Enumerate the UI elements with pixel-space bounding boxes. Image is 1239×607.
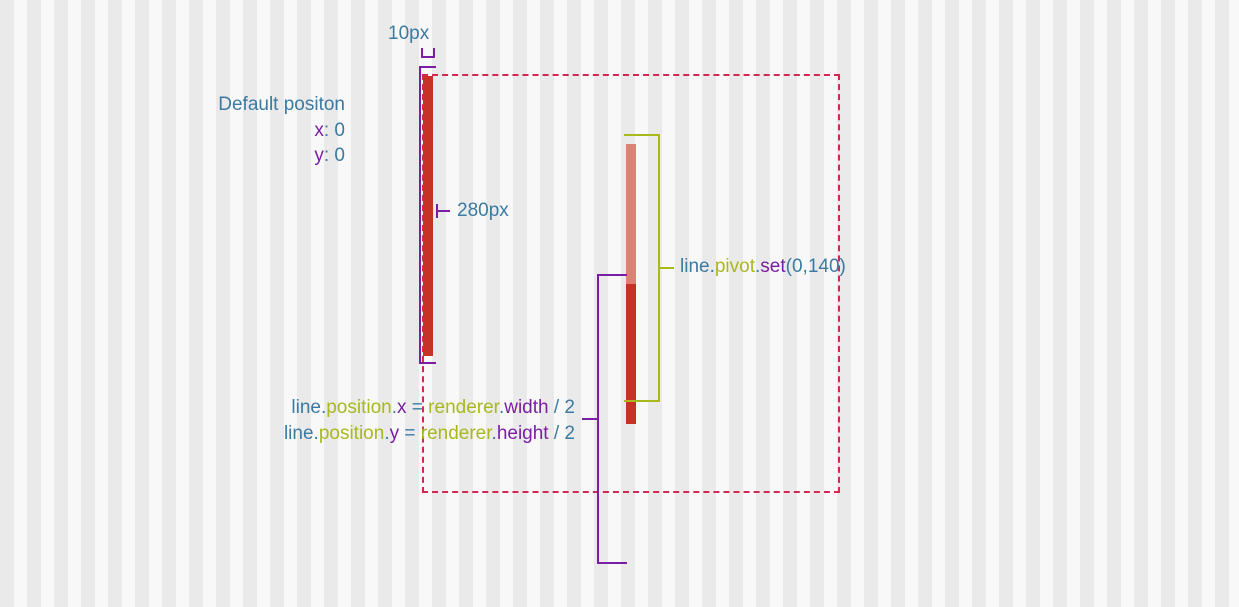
posx-eq: = xyxy=(407,397,429,418)
default-x-var: x xyxy=(314,120,324,141)
default-position-block: Default positon x: 0 y: 0 xyxy=(170,92,345,169)
pivot-code: line.pivot.set(0,140) xyxy=(680,256,846,278)
width-tick-right xyxy=(433,48,435,58)
posx-axis: x xyxy=(397,397,407,418)
default-x-sep: : xyxy=(324,120,335,141)
posy-position: position xyxy=(319,423,385,444)
posy-tail: / 2 xyxy=(549,423,575,444)
width-label: 10px xyxy=(388,23,429,45)
posy-eq: = xyxy=(399,423,421,444)
height-tick-stem xyxy=(436,210,450,212)
pivot-fn: set xyxy=(760,256,785,277)
position-bracket xyxy=(597,274,627,564)
default-y-row: y: 0 xyxy=(170,143,345,169)
pivot-obj: line xyxy=(680,256,710,277)
posx-position: position xyxy=(326,397,392,418)
posy-obj: line xyxy=(284,423,314,444)
default-line-outline xyxy=(419,66,436,364)
pivot-bracket xyxy=(624,134,660,402)
pos-y-code: line.position.y = renderer.height / 2 xyxy=(130,423,575,445)
default-x-row: x: 0 xyxy=(170,118,345,144)
position-leader xyxy=(582,418,597,420)
posy-axis: y xyxy=(390,423,400,444)
posy-renderer: renderer xyxy=(421,423,492,444)
pivot-prop: pivot xyxy=(715,256,755,277)
default-y-sep: : xyxy=(324,145,335,166)
posx-obj: line xyxy=(291,397,321,418)
posx-tail: / 2 xyxy=(549,397,575,418)
height-tick-top xyxy=(436,204,438,218)
default-x-val: 0 xyxy=(334,120,345,141)
posy-dim: height xyxy=(497,423,549,444)
default-y-val: 0 xyxy=(334,145,345,166)
height-label: 280px xyxy=(457,200,509,222)
default-y-var: y xyxy=(314,145,324,166)
default-heading: Default positon xyxy=(170,92,345,118)
posx-dim: width xyxy=(504,397,548,418)
pivot-args: (0,140) xyxy=(786,256,846,277)
pos-x-code: line.position.x = renderer.width / 2 xyxy=(130,397,575,419)
posx-renderer: renderer xyxy=(428,397,499,418)
pivot-leader xyxy=(660,267,674,269)
